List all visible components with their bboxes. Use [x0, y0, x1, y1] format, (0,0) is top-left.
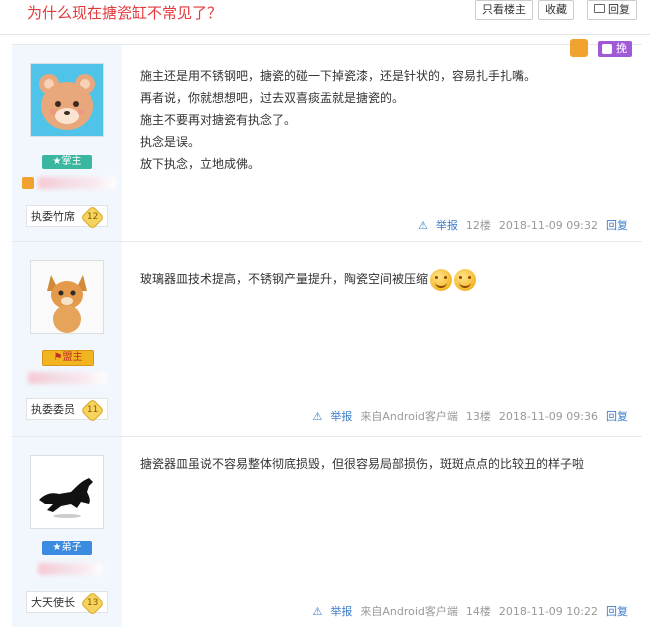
crown-icon — [22, 177, 34, 189]
user-panel: ★弟子 大天使长 13 — [12, 437, 122, 627]
post-content: 搪瓷器皿虽说不容易整体彻底损毁，但很容易局部损伤，斑斑点点的比较丑的样子啦 — [140, 453, 620, 475]
floor-number: 13楼 — [465, 410, 491, 423]
content-line: 执念是误。 — [140, 135, 201, 149]
content-line: 再者说，你就想想吧，过去双喜痰盂就是搪瓷的。 — [140, 91, 405, 105]
thread-header: 为什么现在搪瓷缸不常见了？ 只看楼主 收藏 回复 — [0, 0, 650, 35]
user-title-tag: 执委委员 11 — [26, 398, 108, 423]
reply-icon — [594, 4, 605, 13]
post-floor-14: ★弟子 大天使长 13 搪瓷器皿虽说不容易整体彻底损毁，但很容易局部损伤，斑斑点… — [12, 436, 642, 627]
username-blurred — [28, 372, 106, 384]
report-link[interactable]: ⚠ 举报 — [312, 605, 352, 618]
vip-label[interactable]: 挽尊 — [598, 41, 632, 71]
content-line: 搪瓷器皿虽说不容易整体彻底损毁，但很容易局部损伤，斑斑点点的比较丑的样子啦 — [140, 457, 585, 471]
user-avatar[interactable] — [30, 455, 104, 529]
user-title-tag: 大天使长 13 — [26, 591, 108, 616]
user-title-label: 大天使长 — [31, 596, 75, 609]
thread-title: 为什么现在搪瓷缸不常见了？ — [27, 4, 223, 22]
post-source: 来自Android客户端 — [360, 410, 458, 423]
post-content: 玻璃器皿技术提高，不锈钢产量提升，陶瓷空间被压缩 — [140, 268, 620, 291]
post-meta: ⚠ 举报 12楼 2018-11-09 09:32 回复 — [410, 217, 628, 233]
reply-button-label: 回复 — [608, 3, 630, 16]
post-time: 2018-11-09 09:36 — [498, 410, 598, 423]
post-source: 来自Android客户端 — [360, 605, 458, 618]
content-line: 施主不要再对搪瓷有执念了。 — [140, 113, 297, 127]
bear-avatar-icon — [31, 64, 103, 136]
post-meta: ⚠ 举报 来自Android客户端 13楼 2018-11-09 09:36 回复 — [304, 408, 628, 424]
report-link[interactable]: ⚠ 举报 — [418, 219, 458, 232]
post-time: 2018-11-09 10:22 — [498, 605, 598, 618]
user-panel: ⚑盟主 执委委员 11 — [12, 242, 122, 436]
content-line: 施主还是用不锈钢吧，搪瓷的碰一下掉瓷漆，还是针状的，容易扎手扎嘴。 — [140, 69, 537, 83]
user-panel: ★掌主 执委竹席 12 — [12, 45, 122, 241]
rank-badge-label: 掌主 — [61, 156, 82, 167]
trophy-icon — [570, 39, 588, 57]
post-content: 施主还是用不锈钢吧，搪瓷的碰一下掉瓷漆，还是针状的，容易扎手扎嘴。 再者说，你就… — [140, 65, 620, 175]
reply-button[interactable]: 回复 — [587, 0, 637, 20]
content-line: 玻璃器皿技术提高，不锈钢产量提升，陶瓷空间被压缩 — [140, 272, 429, 286]
user-title-label: 执委委员 — [31, 403, 75, 416]
vip-icon — [602, 44, 612, 54]
reply-link[interactable]: 回复 — [606, 605, 628, 618]
post-meta: ⚠ 举报 来自Android客户端 14楼 2018-11-09 10:22 回复 — [304, 603, 628, 619]
report-link[interactable]: ⚠ 举报 — [312, 410, 352, 423]
reply-link[interactable]: 回复 — [606, 410, 628, 423]
user-avatar[interactable] — [30, 260, 104, 334]
rank-badge-label: 盟主 — [62, 352, 83, 363]
user-title-label: 执委竹席 — [31, 210, 75, 223]
post-time: 2018-11-09 09:32 — [498, 219, 598, 232]
level-badge: 12 — [80, 205, 105, 230]
username-blurred — [38, 563, 102, 575]
rank-badge: ★弟子 — [42, 541, 92, 555]
username-blurred — [38, 177, 116, 189]
user-avatar[interactable] — [30, 63, 104, 137]
smiley-emoji-icon — [454, 268, 477, 291]
reply-link[interactable]: 回复 — [606, 219, 628, 232]
content-line: 放下执念，立地成佛。 — [140, 157, 261, 171]
smiley-emoji-icon — [430, 268, 453, 291]
user-title-tag: 执委竹席 12 — [26, 205, 108, 230]
rank-badge-label: 弟子 — [61, 542, 82, 553]
only-op-button[interactable]: 只看楼主 — [475, 0, 533, 20]
level-badge: 11 — [80, 398, 105, 423]
floor-number: 14楼 — [465, 605, 491, 618]
rank-badge: ⚑盟主 — [42, 350, 94, 366]
rank-badge: ★掌主 — [42, 155, 92, 169]
favorite-button[interactable]: 收藏 — [538, 0, 574, 20]
post-floor-13: ⚑盟主 执委委员 11 玻璃器皿技术提高，不锈钢产量提升，陶瓷空间被压缩 ⚠ 举报… — [12, 241, 642, 436]
post-floor-12: ★掌主 执委竹席 12 挽尊 施主还是用不锈钢吧，搪瓷的碰一下掉瓷漆，还是针状的… — [12, 39, 642, 241]
level-badge: 13 — [80, 591, 105, 616]
kitten-avatar-icon — [31, 261, 103, 333]
floor-number: 12楼 — [465, 219, 491, 232]
horse-avatar-icon — [31, 456, 103, 528]
